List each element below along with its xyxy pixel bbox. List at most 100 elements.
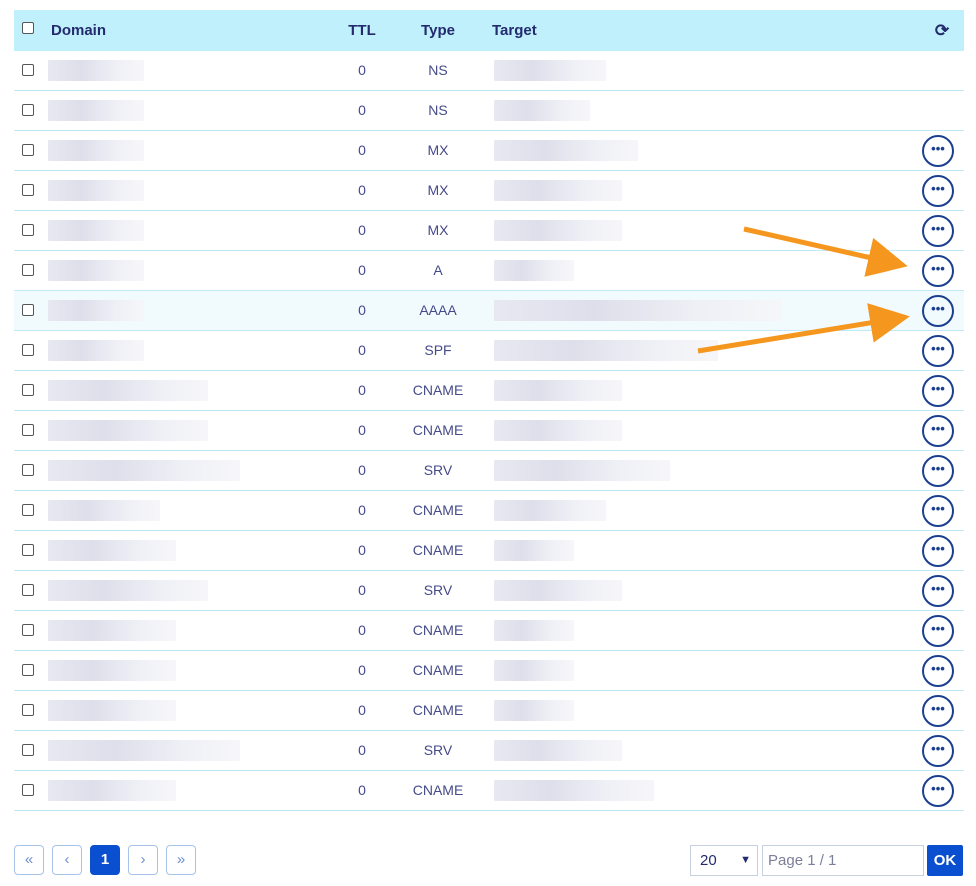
next-page-button[interactable]: › [128, 845, 158, 875]
header-domain[interactable]: Domain [51, 10, 106, 51]
domain-redacted [48, 220, 144, 241]
dns-zone-table: Domain TTL Type Target ⟳ 0 NS 0 NS 0 MX ••• 0 MX… [14, 10, 964, 811]
header-ttl[interactable]: TTL [332, 10, 392, 51]
type-value: MX [427, 182, 449, 198]
select-all-checkbox[interactable] [22, 22, 34, 34]
ellipsis-icon[interactable]: ••• [922, 135, 954, 167]
page-size-value: 20 [700, 852, 717, 869]
row-checkbox[interactable] [22, 224, 34, 236]
table-body: 0 NS 0 NS 0 MX ••• 0 MX ••• 0 MX ••• 0 A ••• 0 AAAA ••• 0 SP… [14, 51, 964, 811]
ok-button[interactable]: OK [927, 845, 963, 876]
ellipsis-icon[interactable]: ••• [922, 495, 954, 527]
target-redacted [494, 380, 622, 401]
domain-redacted [48, 660, 176, 681]
table-row: 0 CNAME ••• [14, 771, 964, 811]
row-checkbox[interactable] [22, 544, 34, 556]
table-row: 0 MX ••• [14, 171, 964, 211]
ttl-value: 0 [358, 142, 366, 158]
ellipsis-icon[interactable]: ••• [922, 295, 954, 327]
row-checkbox[interactable] [22, 384, 34, 396]
ellipsis-icon[interactable]: ••• [922, 735, 954, 767]
ttl-value: 0 [358, 582, 366, 598]
type-value: CNAME [412, 702, 464, 718]
ellipsis-icon[interactable]: ••• [922, 655, 954, 687]
ttl-value: 0 [358, 102, 366, 118]
ttl-value: 0 [358, 342, 366, 358]
table-row: 0 SPF ••• [14, 331, 964, 371]
page-size-select[interactable]: 20 ▼ [690, 845, 758, 876]
table-row: 0 CNAME ••• [14, 371, 964, 411]
first-page-button[interactable]: « [14, 845, 44, 875]
ellipsis-icon[interactable]: ••• [922, 175, 954, 207]
row-checkbox[interactable] [22, 144, 34, 156]
ttl-value: 0 [358, 62, 366, 78]
header-type[interactable]: Type [398, 10, 478, 51]
row-checkbox[interactable] [22, 664, 34, 676]
table-row: 0 CNAME ••• [14, 611, 964, 651]
refresh-icon[interactable]: ⟳ [932, 10, 952, 51]
table-row: 0 SRV ••• [14, 451, 964, 491]
ellipsis-icon[interactable]: ••• [922, 415, 954, 447]
row-checkbox[interactable] [22, 424, 34, 436]
type-value: CNAME [412, 382, 464, 398]
ellipsis-icon[interactable]: ••• [922, 335, 954, 367]
domain-redacted [48, 500, 160, 521]
domain-redacted [48, 100, 144, 121]
type-value: MX [427, 222, 449, 238]
ellipsis-icon[interactable]: ••• [922, 575, 954, 607]
ellipsis-icon[interactable]: ••• [922, 375, 954, 407]
chevron-down-icon: ▼ [740, 854, 751, 866]
row-checkbox[interactable] [22, 64, 34, 76]
ellipsis-icon[interactable]: ••• [922, 455, 954, 487]
type-value: CNAME [412, 542, 464, 558]
ttl-value: 0 [358, 422, 366, 438]
header-target[interactable]: Target [492, 10, 537, 51]
ellipsis-icon[interactable]: ••• [922, 255, 954, 287]
row-checkbox[interactable] [22, 744, 34, 756]
ttl-value: 0 [358, 262, 366, 278]
page-number-input[interactable]: Page 1 / 1 [762, 845, 924, 876]
domain-redacted [48, 60, 144, 81]
target-redacted [494, 540, 574, 561]
table-row: 0 SRV ••• [14, 731, 964, 771]
table-header: Domain TTL Type Target ⟳ [14, 10, 964, 51]
previous-page-button[interactable]: ‹ [52, 845, 82, 875]
ellipsis-icon[interactable]: ••• [922, 775, 954, 807]
row-checkbox[interactable] [22, 584, 34, 596]
row-checkbox[interactable] [22, 304, 34, 316]
target-redacted [494, 100, 590, 121]
row-checkbox[interactable] [22, 624, 34, 636]
domain-redacted [48, 380, 208, 401]
target-redacted [494, 500, 606, 521]
row-checkbox[interactable] [22, 184, 34, 196]
target-redacted [494, 780, 654, 801]
domain-redacted [48, 340, 144, 361]
row-checkbox[interactable] [22, 264, 34, 276]
type-value: CNAME [412, 622, 464, 638]
ttl-value: 0 [358, 622, 366, 638]
domain-redacted [48, 540, 176, 561]
table-row: 0 CNAME ••• [14, 691, 964, 731]
domain-redacted [48, 420, 208, 441]
row-checkbox[interactable] [22, 504, 34, 516]
ttl-value: 0 [358, 782, 366, 798]
row-checkbox[interactable] [22, 344, 34, 356]
row-checkbox[interactable] [22, 464, 34, 476]
ellipsis-icon[interactable]: ••• [922, 535, 954, 567]
type-value: AAAA [419, 302, 457, 318]
page-1-button[interactable]: 1 [90, 845, 120, 875]
ellipsis-icon[interactable]: ••• [922, 615, 954, 647]
table-row: 0 CNAME ••• [14, 531, 964, 571]
ellipsis-icon[interactable]: ••• [922, 215, 954, 247]
ttl-value: 0 [358, 702, 366, 718]
ttl-value: 0 [358, 742, 366, 758]
last-page-button[interactable]: » [166, 845, 196, 875]
row-checkbox[interactable] [22, 704, 34, 716]
row-checkbox[interactable] [22, 784, 34, 796]
domain-redacted [48, 620, 176, 641]
table-row: 0 CNAME ••• [14, 491, 964, 531]
ttl-value: 0 [358, 182, 366, 198]
ellipsis-icon[interactable]: ••• [922, 695, 954, 727]
domain-redacted [48, 780, 176, 801]
row-checkbox[interactable] [22, 104, 34, 116]
